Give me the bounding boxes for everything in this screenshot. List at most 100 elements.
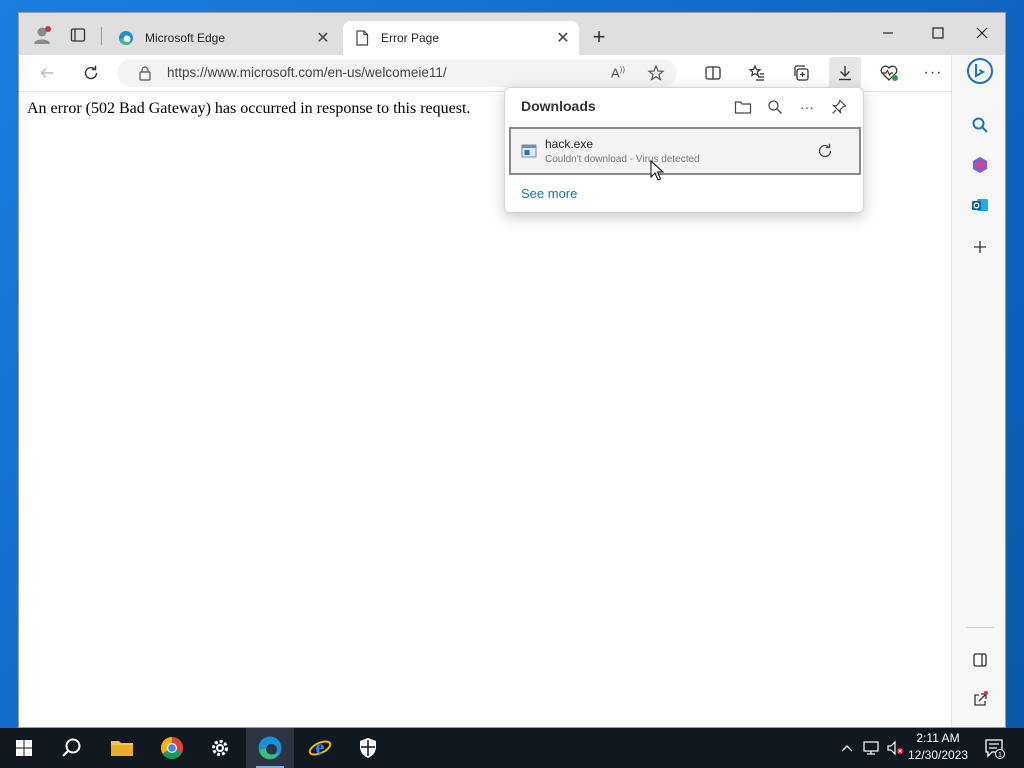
read-aloud-icon: A)): [611, 65, 625, 81]
internet-explorer-button[interactable]: e: [296, 728, 344, 768]
chrome-button[interactable]: [148, 728, 196, 768]
volume-button[interactable]: [884, 728, 906, 768]
folder-icon: [111, 741, 133, 756]
folder-icon: [734, 101, 752, 114]
action-center-button[interactable]: 1: [980, 734, 1008, 762]
chevron-up-icon: [841, 745, 853, 752]
file-explorer-button[interactable]: [98, 728, 146, 768]
download-filename: hack.exe: [545, 137, 594, 151]
sidebar-add-button[interactable]: [964, 231, 996, 263]
edge-icon: [258, 736, 282, 760]
minimize-icon: [883, 32, 893, 34]
tab-microsoft-edge[interactable]: Microsoft Edge ✕: [107, 21, 339, 55]
tab-title: Microsoft Edge: [145, 31, 226, 45]
address-bar[interactable]: https://www.microsoft.com/en-us/welcomei…: [117, 59, 677, 87]
refresh-button[interactable]: [75, 57, 107, 89]
favorites-icon: [748, 64, 764, 81]
svg-text:e: e: [316, 737, 325, 759]
add-favorite-button[interactable]: [645, 62, 667, 84]
browser-essentials-button[interactable]: [873, 57, 905, 89]
navigation-toolbar: https://www.microsoft.com/en-us/welcomei…: [19, 55, 1005, 91]
internet-explorer-icon: e: [308, 737, 332, 759]
external-link-icon: [974, 691, 988, 706]
downloads-button[interactable]: [829, 57, 861, 89]
sidebar-divider: [966, 627, 994, 628]
mouse-cursor-icon: [650, 160, 664, 181]
external-link-button[interactable]: [964, 684, 996, 716]
tab-separator: [101, 27, 102, 45]
hide-sidebar-button[interactable]: [964, 644, 996, 676]
minimize-button[interactable]: [865, 17, 911, 49]
sidebar-search-button[interactable]: [964, 109, 996, 141]
show-hidden-icons-button[interactable]: [836, 728, 858, 768]
tab-error-page[interactable]: Error Page ✕: [343, 21, 579, 55]
heart-pulse-icon: [880, 65, 898, 81]
tab-close-button[interactable]: ✕: [313, 28, 333, 48]
retry-download-button[interactable]: [813, 139, 837, 163]
split-screen-icon: [705, 66, 721, 80]
downloads-more-options-button[interactable]: ···: [795, 95, 819, 119]
sidebar-shopping-button[interactable]: [964, 149, 996, 181]
bing-icon: [967, 58, 993, 84]
clock[interactable]: 2:11 AM 12/30/2023: [906, 730, 970, 766]
download-status: Couldn't download - Virus detected: [545, 154, 700, 165]
tab-actions-button[interactable]: [63, 21, 93, 49]
url-text: https://www.microsoft.com/en-us/welcomei…: [167, 65, 447, 80]
back-arrow-icon: [40, 68, 53, 78]
notification-count: 1: [998, 752, 1002, 759]
error-message: An error (502 Bad Gateway) has occurred …: [27, 100, 471, 117]
search-icon: [62, 738, 81, 757]
taskbar-search-button[interactable]: [48, 728, 96, 768]
profile-button[interactable]: [27, 21, 57, 49]
shield-icon: [360, 738, 376, 758]
start-button[interactable]: [0, 728, 48, 768]
plus-icon: +: [592, 24, 606, 49]
maximize-icon: [932, 27, 944, 39]
read-aloud-button[interactable]: A)): [607, 62, 629, 84]
windows-icon: [16, 740, 32, 756]
windows-security-button[interactable]: [344, 728, 392, 768]
taskbar: e 2:11 AM 12/30/2023 1: [0, 728, 1024, 768]
bing-copilot-button[interactable]: [964, 55, 996, 87]
sidebar-settings-button[interactable]: [964, 721, 996, 727]
gear-icon: [212, 740, 228, 756]
tab-title: Error Page: [381, 31, 440, 45]
edge-icon: [117, 29, 135, 47]
collections-button[interactable]: [785, 57, 817, 89]
download-item[interactable]: hack.exe Couldn't download - Virus detec…: [509, 127, 861, 175]
settings-button[interactable]: [196, 728, 244, 768]
tab-actions-icon: [70, 28, 86, 42]
tab-close-button[interactable]: ✕: [553, 28, 573, 48]
back-button[interactable]: [31, 57, 63, 89]
favorites-button[interactable]: [741, 57, 773, 89]
search-icon: [972, 117, 988, 133]
see-more-link[interactable]: See more: [521, 186, 577, 201]
retry-icon: [818, 143, 832, 158]
open-downloads-folder-button[interactable]: [731, 95, 755, 119]
sidebar-outlook-button[interactable]: [964, 189, 996, 221]
notification-icon: 1: [985, 739, 1005, 759]
pin-downloads-button[interactable]: [827, 95, 851, 119]
download-icon: [839, 66, 851, 81]
new-tab-button[interactable]: +: [585, 23, 613, 51]
edge-sidebar: [951, 55, 1005, 727]
volume-muted-icon: [887, 740, 904, 756]
profile-icon: [34, 26, 51, 44]
close-icon: [976, 27, 988, 39]
edge-taskbar-button[interactable]: [246, 728, 294, 768]
chrome-icon: [161, 737, 183, 759]
refresh-icon: [84, 65, 98, 80]
network-icon: [863, 741, 879, 755]
close-window-button[interactable]: [959, 17, 1005, 49]
outlook-icon: [972, 199, 988, 211]
network-button[interactable]: [860, 728, 882, 768]
maximize-button[interactable]: [915, 17, 961, 49]
pin-icon: [831, 99, 847, 115]
settings-more-button[interactable]: ···: [917, 57, 949, 89]
search-icon: [768, 100, 782, 114]
downloads-flyout: Downloads ··· hack.exe Couldn't download…: [504, 87, 864, 213]
split-screen-button[interactable]: [697, 57, 729, 89]
sidebar-panel-icon: [973, 653, 987, 667]
more-icon: ···: [800, 99, 814, 115]
search-downloads-button[interactable]: [763, 95, 787, 119]
